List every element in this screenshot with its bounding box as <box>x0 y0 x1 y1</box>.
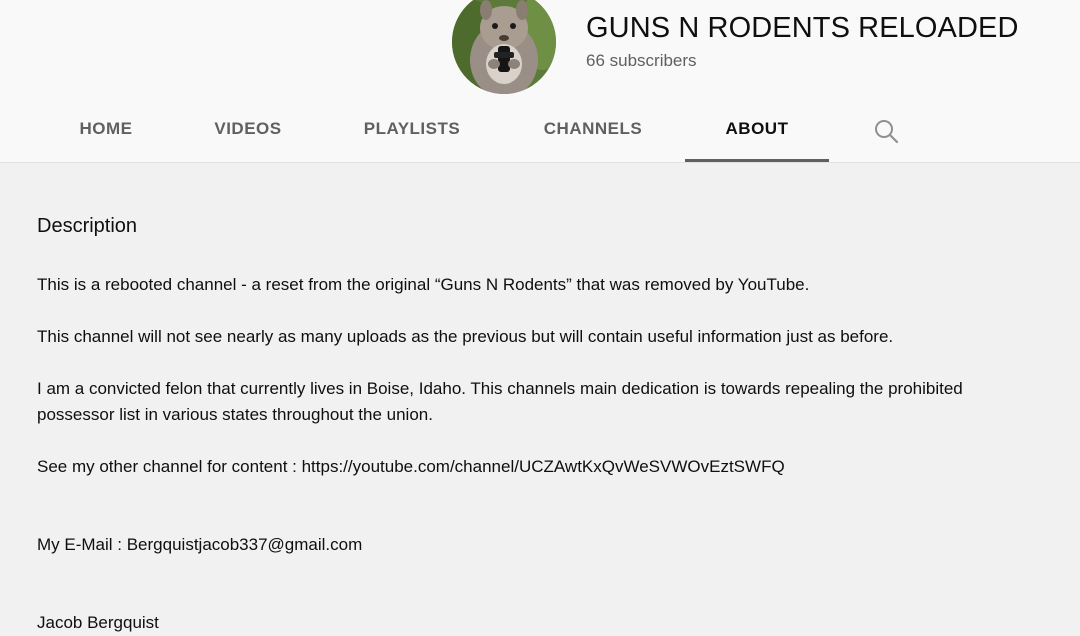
description-line: This channel will not see nearly as many… <box>37 327 894 346</box>
description-link-line[interactable]: See my other channel for content : https… <box>37 454 785 480</box>
channel-title: GUNS N RODENTS RELOADED <box>586 12 1019 44</box>
tab-playlists[interactable]: PLAYLISTS <box>350 100 474 159</box>
squirrel-avatar-icon <box>452 0 556 94</box>
search-icon <box>875 120 899 144</box>
description-line: I am a convicted felon that currently li… <box>37 379 963 398</box>
description-email-line: My E-Mail : Bergquistjacob337@gmail.com <box>37 535 363 554</box>
description-signature: Jacob Bergquist <box>37 613 159 632</box>
description-line: possessor list in various states through… <box>37 405 433 424</box>
tab-home[interactable]: HOME <box>62 100 150 159</box>
channel-header: GUNS N RODENTS RELOADED 66 subscribers H… <box>0 0 1080 163</box>
tab-about[interactable]: ABOUT <box>685 100 829 162</box>
channel-tabs: HOME VIDEOS PLAYLISTS CHANNELS ABOUT <box>0 100 1080 162</box>
subscriber-count: 66 subscribers <box>586 51 697 70</box>
tab-videos[interactable]: VIDEOS <box>200 100 296 159</box>
tab-channels[interactable]: CHANNELS <box>528 100 658 159</box>
channel-search-button[interactable] <box>868 114 904 150</box>
description-heading: Description <box>37 215 138 237</box>
description-line: This is a rebooted channel - a reset fro… <box>37 275 810 294</box>
channel-avatar[interactable] <box>452 0 556 94</box>
